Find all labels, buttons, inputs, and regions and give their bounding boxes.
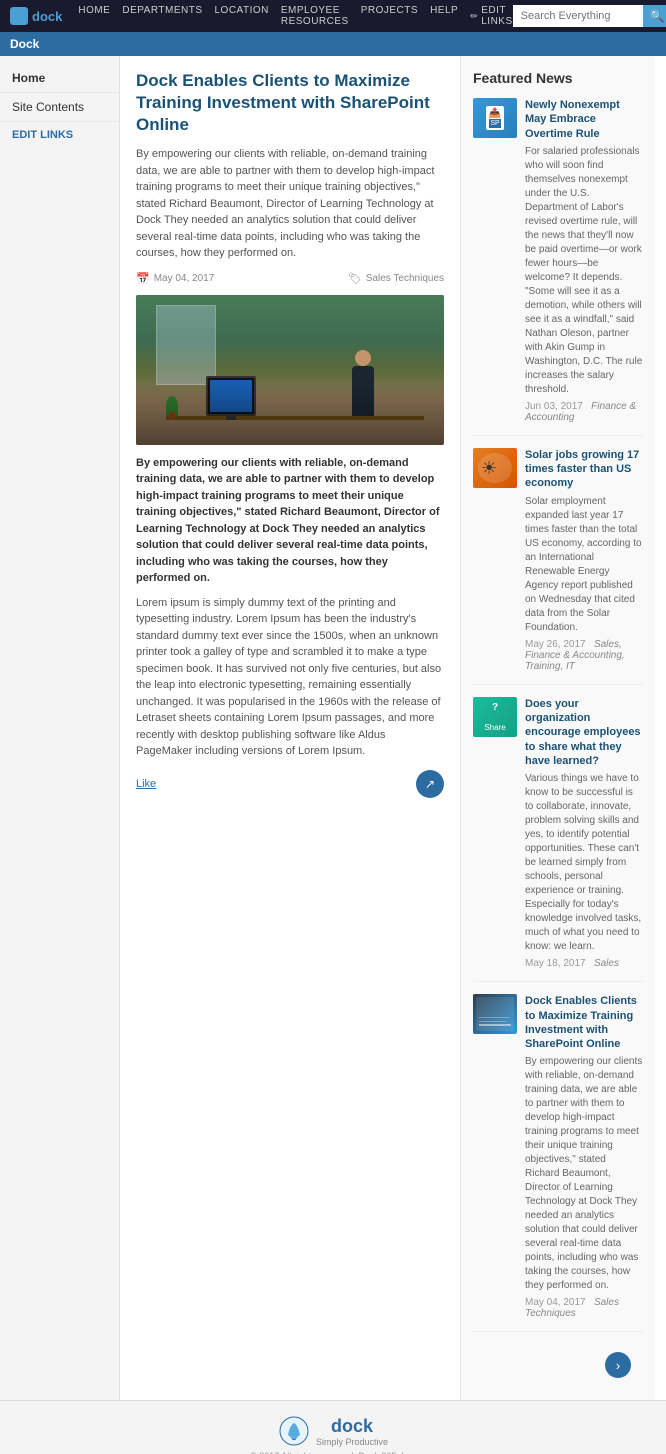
news-content-4: Dock Enables Clients to Maximize Trainin…: [525, 994, 643, 1319]
dock-logo-icon: [10, 7, 28, 25]
article-image: [136, 295, 444, 445]
news-item-2: ☀ Solar jobs growing 17 times faster tha…: [473, 448, 643, 685]
article-intro: By empowering our clients with reliable,…: [136, 146, 444, 262]
logo[interactable]: dock: [10, 7, 62, 25]
share-button[interactable]: ↗: [416, 770, 444, 798]
footer-logo: dock Simply Productive: [10, 1415, 656, 1447]
search-input[interactable]: [513, 5, 643, 27]
article-body-bold: By empowering our clients with reliable,…: [136, 455, 444, 587]
news-content-1: Newly Nonexempt May Embrace Overtime Rul…: [525, 98, 643, 423]
search-button[interactable]: 🔍: [643, 5, 666, 27]
nav-edit-links[interactable]: ✏ EDIT LINKS: [470, 5, 512, 27]
breadcrumb-label: Dock: [10, 37, 39, 51]
news-date-4: May 04, 2017 Sales Techniques: [525, 1297, 643, 1319]
article-body: Lorem ipsum is simply dummy text of the …: [136, 595, 444, 760]
logo-text: dock: [32, 9, 62, 24]
article-date-text: May 04, 2017: [154, 273, 215, 284]
nav-help[interactable]: HELP: [430, 5, 458, 27]
news-text-1: For salaried professionals who will soon…: [525, 145, 643, 397]
nav-home[interactable]: HOME: [78, 5, 110, 27]
news-text-4: By empowering our clients with reliable,…: [525, 1055, 643, 1293]
page-layout: Home Site Contents EDIT LINKS Dock Enabl…: [0, 56, 666, 1400]
news-headline-1[interactable]: Newly Nonexempt May Embrace Overtime Rul…: [525, 98, 643, 141]
featured-news-title: Featured News: [473, 70, 643, 86]
sidebar-edit-links[interactable]: EDIT LINKS: [0, 122, 119, 148]
sidebar-item-home[interactable]: Home: [0, 64, 119, 93]
footer-copyright: © 2017 All rights reserved. Dock 365, In…: [10, 1451, 656, 1454]
nav-location[interactable]: LOCATION: [214, 5, 268, 27]
news-content-3: Does your organization encourage employe…: [525, 697, 643, 969]
office-scene-illustration: [136, 295, 444, 445]
news-text-3: Various things we have to know to be suc…: [525, 772, 643, 954]
footer-tagline: Simply Productive: [316, 1437, 388, 1447]
article-title: Dock Enables Clients to Maximize Trainin…: [136, 70, 444, 136]
sidebar-item-site-contents[interactable]: Site Contents: [0, 93, 119, 122]
news-item-4: Dock Enables Clients to Maximize Trainin…: [473, 994, 643, 1332]
news-thumb-3: ? Share: [473, 697, 517, 737]
tag-icon: 🏷: [348, 272, 362, 285]
search-bar: 🔍: [513, 5, 666, 27]
sidebar: Home Site Contents EDIT LINKS: [0, 56, 120, 1400]
news-thumb-1-icon: 📤 SP: [486, 106, 504, 130]
article-meta: 📅 May 04, 2017 🏷 Sales Techniques: [136, 272, 444, 285]
news-headline-4[interactable]: Dock Enables Clients to Maximize Trainin…: [525, 994, 643, 1051]
pagination: ›: [473, 1344, 643, 1386]
news-thumb-1: 📤 SP: [473, 98, 517, 138]
footer-logo-icon: [278, 1415, 310, 1447]
article-tag: 🏷 Sales Techniques: [348, 272, 444, 285]
breadcrumb: Dock: [0, 32, 666, 56]
news-date-2: May 26, 2017 Sales, Finance & Accounting…: [525, 639, 643, 672]
next-page-button[interactable]: ›: [605, 1352, 631, 1378]
top-navigation: dock HOME DEPARTMENTS LOCATION EMPLOYEE …: [0, 0, 666, 32]
news-thumb-4: [473, 994, 517, 1034]
news-date-3: May 18, 2017 Sales: [525, 958, 643, 969]
news-date-1: Jun 03, 2017 Finance & Accounting: [525, 401, 643, 423]
footer: dock Simply Productive © 2017 All rights…: [0, 1400, 666, 1454]
share-icon: ↗: [425, 777, 435, 791]
nav-departments[interactable]: DEPARTMENTS: [122, 5, 202, 27]
next-icon: ›: [616, 1358, 620, 1373]
calendar-icon: 📅: [136, 272, 150, 285]
news-category-3: Sales: [594, 958, 619, 969]
news-thumb-2: ☀: [473, 448, 517, 488]
nav-employee-resources[interactable]: EMPLOYEE RESOURCES: [281, 5, 349, 27]
featured-news-panel: Featured News 📤 SP Newly Nonexempt May E…: [460, 56, 655, 1400]
news-content-2: Solar jobs growing 17 times faster than …: [525, 448, 643, 672]
article-tag-text: Sales Techniques: [366, 273, 444, 284]
news-item-3: ? Share Does your organization encourage…: [473, 697, 643, 982]
article-main: Dock Enables Clients to Maximize Trainin…: [120, 56, 460, 1400]
news-headline-3[interactable]: Does your organization encourage employe…: [525, 697, 643, 768]
news-headline-2[interactable]: Solar jobs growing 17 times faster than …: [525, 448, 643, 491]
main-nav: HOME DEPARTMENTS LOCATION EMPLOYEE RESOU…: [78, 5, 512, 27]
footer-dock-text: dock: [316, 1416, 388, 1437]
news-text-2: Solar employment expanded last year 17 t…: [525, 495, 643, 635]
news-item-1: 📤 SP Newly Nonexempt May Embrace Overtim…: [473, 98, 643, 436]
nav-projects[interactable]: PROJECTS: [361, 5, 418, 27]
article-date: 📅 May 04, 2017: [136, 272, 214, 285]
like-button[interactable]: Like: [136, 778, 156, 790]
image-overlay: [136, 385, 444, 445]
article-actions: Like ↗: [136, 770, 444, 798]
